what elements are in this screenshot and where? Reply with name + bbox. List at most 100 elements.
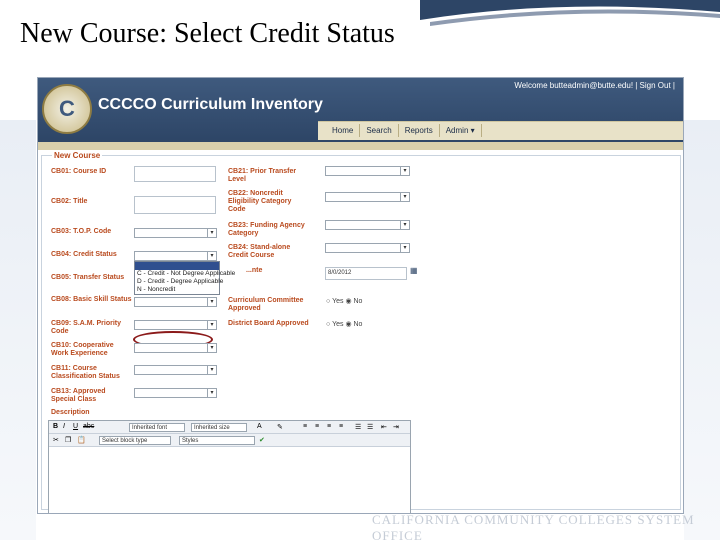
- strikethrough-icon[interactable]: abc: [83, 423, 94, 430]
- italic-icon[interactable]: I: [63, 423, 65, 430]
- option-c-credit-not-degree[interactable]: C - Credit - Not Degree Applicable: [135, 270, 235, 278]
- label-cb11: CB11: Course Classification Status: [51, 365, 120, 380]
- footer-organization-name: CALIFORNIA COMMUNITY COLLEGES SYSTEM OFF…: [372, 512, 695, 543]
- basic-skill-select[interactable]: ▾: [134, 297, 217, 307]
- cooperative-work-select[interactable]: ▾: [134, 343, 217, 353]
- sam-priority-select[interactable]: ▾: [134, 320, 217, 330]
- font-select[interactable]: Inherited font: [129, 423, 185, 432]
- nav-admin-label: Admin: [445, 126, 469, 135]
- label-board-approved: District Board Approved: [228, 320, 309, 327]
- chevron-down-icon: ▾: [207, 366, 216, 374]
- spellcheck-icon[interactable]: ✔: [259, 436, 265, 444]
- label-description: Description: [51, 409, 90, 416]
- college-seal-logo: C: [42, 84, 92, 134]
- label-cb21: CB21: Prior Transfer Level: [228, 168, 297, 183]
- label-cb22: CB22: Noncredit Eligibility Category Cod…: [228, 190, 292, 213]
- option-d-credit-degree[interactable]: D - Credit - Degree Applicable: [135, 278, 223, 286]
- radio-no-icon[interactable]: ◉: [345, 321, 351, 328]
- chevron-down-icon: ▾: [207, 344, 216, 352]
- underline-icon[interactable]: U: [73, 423, 78, 430]
- funding-agency-select[interactable]: ▾: [325, 220, 410, 230]
- label-cb05: CB05: Transfer Status: [51, 274, 125, 281]
- chevron-down-icon: ▾: [400, 193, 409, 201]
- date-input[interactable]: 8/0/2012: [325, 267, 407, 280]
- nav-reports[interactable]: Reports: [399, 124, 440, 137]
- align-right-icon[interactable]: ≡: [327, 423, 331, 430]
- align-center-icon[interactable]: ≡: [315, 423, 319, 430]
- indent-icon[interactable]: ⇥: [393, 423, 399, 431]
- chevron-down-icon: ▾: [207, 252, 216, 260]
- right-background-panel: [684, 120, 720, 540]
- outdent-icon[interactable]: ⇤: [381, 423, 387, 431]
- label-cb02: CB02: Title: [51, 198, 88, 205]
- classification-select[interactable]: ▾: [134, 365, 217, 375]
- chevron-down-icon: ▾: [207, 298, 216, 306]
- course-id-input[interactable]: [134, 166, 216, 182]
- radio-yes-label: Yes: [332, 298, 344, 305]
- radio-yes-icon[interactable]: ○: [326, 321, 330, 328]
- label-cb23: CB23: Funding Agency Category: [228, 222, 305, 237]
- radio-no-icon[interactable]: ◉: [345, 298, 351, 305]
- label-committee-approved: Curriculum Committee Approved: [228, 297, 304, 312]
- label-cb10: CB10: Cooperative Work Experience: [51, 342, 114, 357]
- screenshot-window: C CCCCO Curriculum Inventory Welcome but…: [37, 77, 684, 514]
- app-header: C CCCCO Curriculum Inventory Welcome but…: [38, 78, 683, 142]
- radio-no-label: No: [353, 298, 363, 305]
- committee-radio-group: ○ Yes ◉ No: [326, 297, 362, 305]
- fieldset-legend: New Course: [52, 151, 103, 160]
- justify-icon[interactable]: ≡: [339, 423, 343, 430]
- credit-status-dropdown: C - Credit - Not Degree Applicable D - C…: [134, 261, 235, 295]
- label-date: ...nte: [246, 267, 263, 274]
- header-strip: [38, 142, 683, 150]
- welcome-signout-text[interactable]: Welcome butteadmin@butte.edu! | Sign Out…: [514, 81, 675, 90]
- nav-home[interactable]: Home: [326, 124, 361, 137]
- label-cb03: CB03: T.O.P. Code: [51, 228, 112, 235]
- size-select[interactable]: Inherited size: [191, 423, 247, 432]
- bullet-list-icon[interactable]: ☰: [367, 423, 373, 431]
- chevron-down-icon: ▾: [207, 321, 216, 329]
- standalone-credit-select[interactable]: ▾: [325, 243, 410, 253]
- label-cb08: CB08: Basic Skill Status: [51, 296, 132, 303]
- board-radio-group: ○ Yes ◉ No: [326, 320, 362, 328]
- radio-yes-icon[interactable]: ○: [326, 298, 330, 305]
- chevron-down-icon: ▾: [207, 389, 216, 397]
- option-n-noncredit[interactable]: N - Noncredit: [135, 286, 219, 294]
- dropdown-highlight-row[interactable]: [135, 262, 219, 270]
- slide-title: New Course: Select Credit Status: [20, 18, 395, 49]
- left-background-panel: [0, 120, 36, 540]
- copy-icon[interactable]: ❐: [65, 436, 71, 444]
- title-input[interactable]: [134, 196, 216, 214]
- nav-admin[interactable]: Admin ▾: [440, 124, 482, 137]
- highlight-color-icon[interactable]: ✎: [277, 423, 283, 431]
- styles-select[interactable]: Styles: [179, 436, 255, 445]
- radio-yes-label: Yes: [332, 321, 344, 328]
- chevron-down-icon: ▾: [400, 221, 409, 229]
- label-cb01: CB01: Course ID: [51, 168, 107, 175]
- noncredit-category-select[interactable]: ▾: [325, 192, 410, 202]
- special-class-select[interactable]: ▾: [134, 388, 217, 398]
- description-editor[interactable]: B I U abc Inherited font Inherited size …: [48, 420, 411, 513]
- font-color-icon[interactable]: A: [257, 423, 262, 430]
- label-cb04: CB04: Credit Status: [51, 251, 117, 258]
- numbered-list-icon[interactable]: ☰: [355, 423, 361, 431]
- nav-search[interactable]: Search: [360, 124, 399, 137]
- label-cb24: CB24: Stand-alone Credit Course: [228, 244, 291, 259]
- calendar-icon[interactable]: ▦: [410, 266, 418, 275]
- label-cb13: CB13: Approved Special Class: [51, 388, 106, 403]
- radio-no-label: No: [353, 321, 363, 328]
- prior-transfer-select[interactable]: ▾: [325, 166, 410, 176]
- credit-status-select[interactable]: ▾: [134, 251, 217, 261]
- main-nav: Home Search Reports Admin ▾: [318, 121, 683, 140]
- label-cb09: CB09: S.A.M. Priority Code: [51, 320, 122, 335]
- block-type-select[interactable]: Select block type: [99, 436, 171, 445]
- align-left-icon[interactable]: ≡: [303, 423, 307, 430]
- app-title: CCCCO Curriculum Inventory: [98, 96, 323, 113]
- bold-icon[interactable]: B: [53, 423, 58, 430]
- chevron-down-icon: ▾: [400, 244, 409, 252]
- top-code-select[interactable]: ▾: [134, 228, 217, 238]
- chevron-down-icon: ▾: [207, 229, 216, 237]
- paste-icon[interactable]: 📋: [77, 436, 86, 444]
- chevron-down-icon: ▾: [400, 167, 409, 175]
- editor-toolbar-row-2: ✂ ❐ 📋 Select block type Styles ✔: [49, 434, 410, 447]
- cut-icon[interactable]: ✂: [53, 436, 59, 444]
